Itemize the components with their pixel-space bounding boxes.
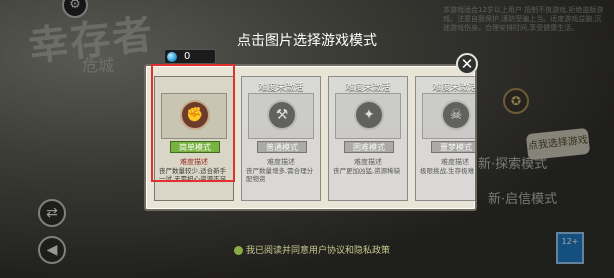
card-title: 难度未激活 — [258, 83, 304, 93]
difficulty-label: 难度描述 — [441, 158, 469, 166]
agreement-note[interactable]: 我已阅读并同意用户协议和隐私政策 — [234, 243, 390, 256]
difficulty-desc: 极限挑战,生存极难 — [420, 167, 475, 175]
close-icon[interactable]: ✕ — [456, 53, 478, 75]
difficulty-label: 难度描述 — [267, 158, 295, 166]
skull-icon: ☠ — [441, 100, 471, 130]
difficulty-desc: 丧尸数量增多,需合理分配物资 — [246, 167, 314, 183]
difficulty-label: 难度描述 — [354, 158, 382, 166]
mode-card-nightmare[interactable]: 难度未激活 ☠ 噩梦模式 难度描述 极限挑战,生存极难 — [415, 76, 477, 201]
modal-title: 点击图片选择游戏模式 — [237, 33, 377, 49]
gem-icon — [167, 52, 177, 62]
card-picture: ⚒ — [248, 93, 314, 139]
gem-count: 0 — [184, 51, 191, 62]
mode-card-hard[interactable]: 难度未激活 ✦ 困难模式 难度描述 丧尸更加凶猛,资源稀缺 — [328, 76, 408, 201]
mode-button-hard[interactable]: 困难模式 — [344, 141, 394, 153]
card-picture: ✦ — [335, 93, 401, 139]
mode-button-normal[interactable]: 普通模式 — [257, 141, 307, 153]
agreement-text: 我已阅读并同意用户协议和隐私政策 — [246, 246, 391, 256]
axe-icon: ⚒ — [267, 100, 297, 130]
rifle-icon: ✦ — [354, 100, 384, 130]
mode-card-normal[interactable]: 难度未激活 ⚒ 普通模式 难度描述 丧尸数量增多,需合理分配物资 — [241, 76, 321, 201]
check-icon[interactable] — [234, 246, 243, 255]
card-title: 难度未激活 — [432, 83, 477, 93]
selection-highlight — [151, 64, 235, 182]
mode-button-nightmare[interactable]: 噩梦模式 — [431, 141, 475, 153]
card-title: 难度未激活 — [345, 83, 391, 93]
card-picture: ☠ — [422, 93, 475, 139]
gem-counter: 0 — [164, 49, 216, 64]
difficulty-desc: 丧尸更加凶猛,资源稀缺 — [333, 167, 401, 175]
